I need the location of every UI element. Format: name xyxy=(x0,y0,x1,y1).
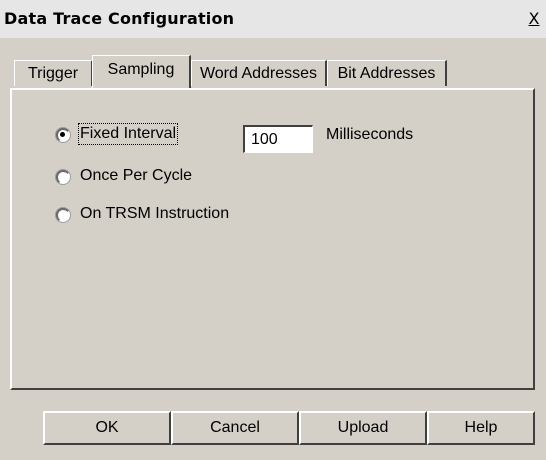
tab-sampling[interactable]: Sampling xyxy=(92,55,191,88)
help-button[interactable]: Help xyxy=(427,411,535,445)
tab-bit-addresses[interactable]: Bit Addresses xyxy=(327,60,447,86)
on-trsm-instruction-radio[interactable] xyxy=(56,208,70,222)
upload-button[interactable]: Upload xyxy=(299,411,427,445)
fixed-interval-label[interactable]: Fixed Interval xyxy=(77,123,179,145)
interval-unit-label: Milliseconds xyxy=(326,126,414,143)
once-per-cycle-label[interactable]: Once Per Cycle xyxy=(80,167,192,185)
fixed-interval-radio[interactable] xyxy=(56,128,70,142)
interval-input[interactable] xyxy=(243,125,313,153)
window-title: Data Trace Configuration xyxy=(4,9,235,28)
title-bar: Data Trace Configuration X xyxy=(0,0,546,38)
close-button[interactable]: X xyxy=(526,10,542,28)
once-per-cycle-radio[interactable] xyxy=(56,170,70,184)
cancel-button[interactable]: Cancel xyxy=(171,411,299,445)
radio-selected-dot xyxy=(60,132,65,137)
on-trsm-instruction-label[interactable]: On TRSM Instruction xyxy=(80,205,229,223)
tab-word-addresses[interactable]: Word Addresses xyxy=(191,60,327,86)
tab-trigger[interactable]: Trigger xyxy=(14,60,93,86)
ok-button[interactable]: OK xyxy=(43,411,171,445)
